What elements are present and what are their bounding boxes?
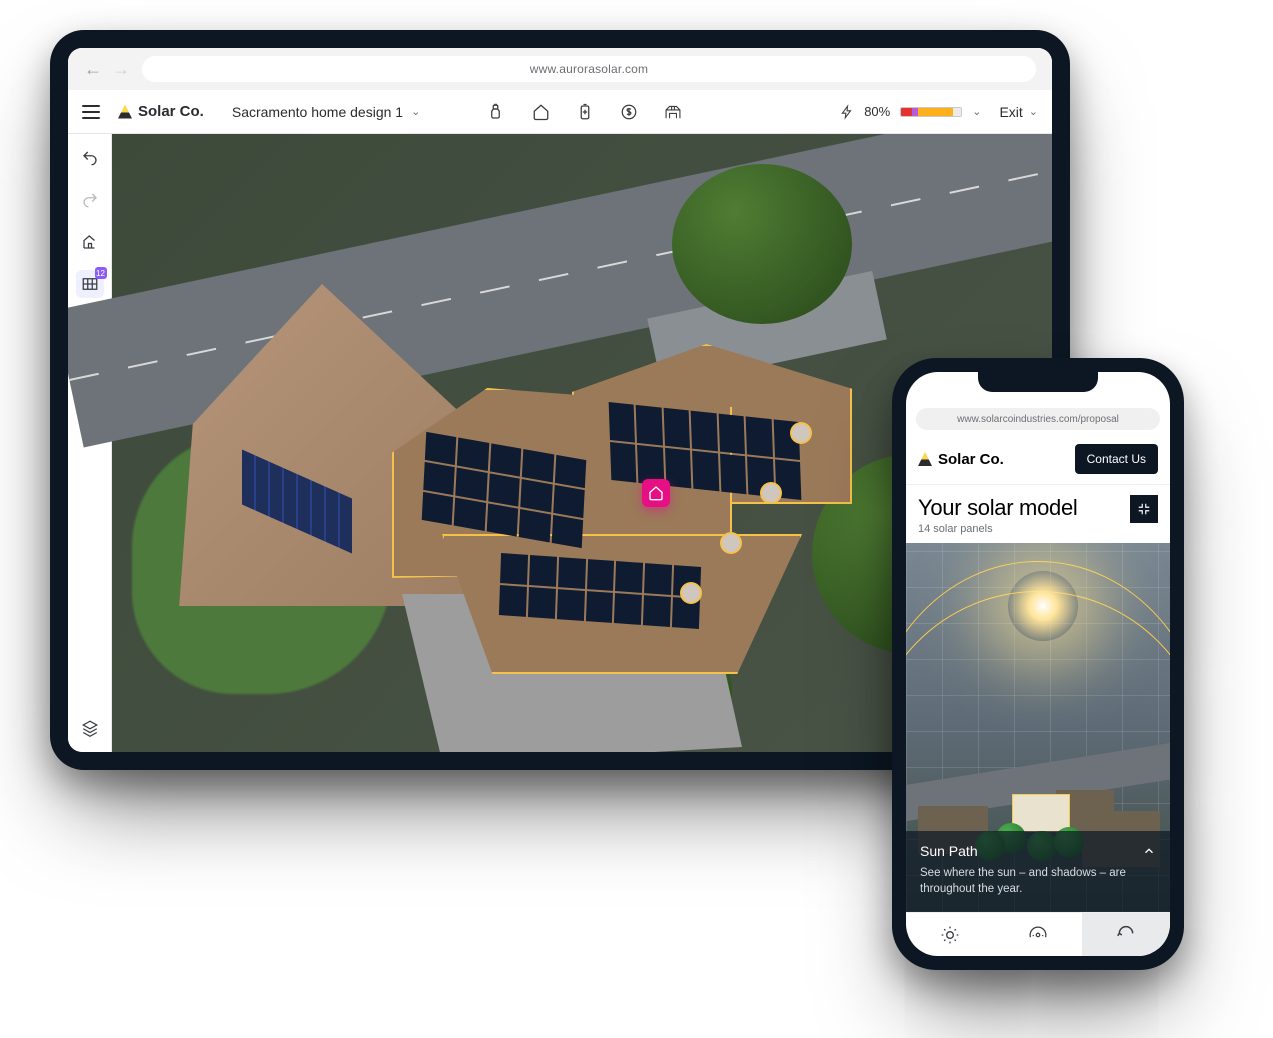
target-house[interactable] — [362, 334, 842, 752]
design-name: Sacramento home design 1 — [232, 104, 403, 120]
undo-button[interactable] — [76, 144, 104, 172]
phone-url-text: www.solarcoindustries.com/proposal — [957, 414, 1119, 425]
contact-label: Contact Us — [1087, 452, 1146, 466]
phone-device: www.solarcoindustries.com/proposal Solar… — [892, 358, 1184, 970]
contact-us-button[interactable]: Contact Us — [1075, 444, 1158, 474]
energy-offset-indicator[interactable]: 80% ⌄ — [840, 104, 981, 120]
nav-forward-icon[interactable]: → — [112, 59, 130, 80]
proposal-header: Solar Co. Contact Us — [906, 438, 1170, 485]
bolt-icon — [840, 104, 854, 120]
offset-bar — [900, 107, 962, 117]
panel-title: Sun Path — [920, 843, 978, 859]
phone-url-bar[interactable]: www.solarcoindustries.com/proposal — [916, 408, 1160, 430]
site-model-tool[interactable] — [76, 228, 104, 256]
exit-button[interactable]: Exit ⌄ — [999, 104, 1038, 120]
minimize-button[interactable] — [1130, 495, 1158, 523]
sun-icon — [1008, 571, 1078, 641]
solar-model-viewport[interactable]: Sun Path See where the sun – and shadows… — [906, 543, 1170, 912]
pricing-icon[interactable] — [620, 103, 638, 121]
app-top-bar: Solar Co. Sacramento home design 1 ⌄ — [68, 90, 1052, 134]
orbit-mode-tab[interactable] — [1082, 913, 1170, 956]
roof-vent — [762, 484, 780, 502]
brand-logo[interactable]: Solar Co. — [118, 103, 204, 120]
roof-vent — [722, 534, 740, 552]
panel-count-badge: 12 — [95, 267, 107, 279]
browser-chrome: ← → www.aurorasolar.com — [68, 48, 1052, 90]
offset-percent: 80% — [864, 104, 890, 119]
house-pin-icon[interactable] — [642, 479, 670, 507]
phone-notch — [978, 370, 1098, 392]
roof — [362, 334, 842, 634]
utility-icon[interactable] — [664, 103, 682, 121]
roof-vent — [792, 424, 810, 442]
phone-screen: www.solarcoindustries.com/proposal Solar… — [906, 372, 1170, 956]
brand-name: Solar Co. — [938, 451, 1004, 468]
nav-back-icon[interactable]: ← — [84, 59, 102, 80]
sun-mode-tab[interactable] — [906, 913, 994, 956]
menu-icon[interactable] — [82, 105, 100, 119]
redo-button[interactable] — [76, 186, 104, 214]
proposal-title-bar: Your solar model 14 solar panels — [906, 485, 1170, 543]
panel-layout-tool[interactable]: 12 — [76, 270, 104, 298]
panel-count-subtitle: 14 solar panels — [918, 523, 1077, 535]
chevron-down-icon: ⌄ — [972, 105, 981, 118]
consumption-icon[interactable] — [488, 103, 506, 121]
brand-mark-icon — [118, 105, 132, 119]
home-icon[interactable] — [532, 103, 550, 121]
roof-vent — [682, 584, 700, 602]
exit-label: Exit — [999, 104, 1022, 120]
url-bar[interactable]: www.aurorasolar.com — [142, 56, 1036, 82]
design-selector[interactable]: Sacramento home design 1 ⌄ — [222, 100, 430, 124]
sun-path-panel: Sun Path See where the sun – and shadows… — [906, 831, 1170, 912]
irradiance-mode-tab[interactable] — [994, 913, 1082, 956]
tree — [672, 164, 852, 324]
chevron-down-icon: ⌄ — [411, 105, 420, 118]
brand-logo[interactable]: Solar Co. — [918, 451, 1004, 468]
brand-name: Solar Co. — [138, 103, 204, 120]
chevron-up-icon[interactable] — [1142, 844, 1156, 858]
panel-description: See where the sun – and shadows – are th… — [920, 865, 1156, 898]
url-text: www.aurorasolar.com — [530, 62, 649, 76]
battery-icon[interactable] — [576, 103, 594, 121]
chevron-down-icon: ⌄ — [1029, 105, 1038, 118]
layers-button[interactable] — [76, 714, 104, 742]
viewer-mode-tabs — [906, 912, 1170, 956]
brand-mark-icon — [918, 452, 932, 466]
page-title: Your solar model — [918, 495, 1077, 521]
